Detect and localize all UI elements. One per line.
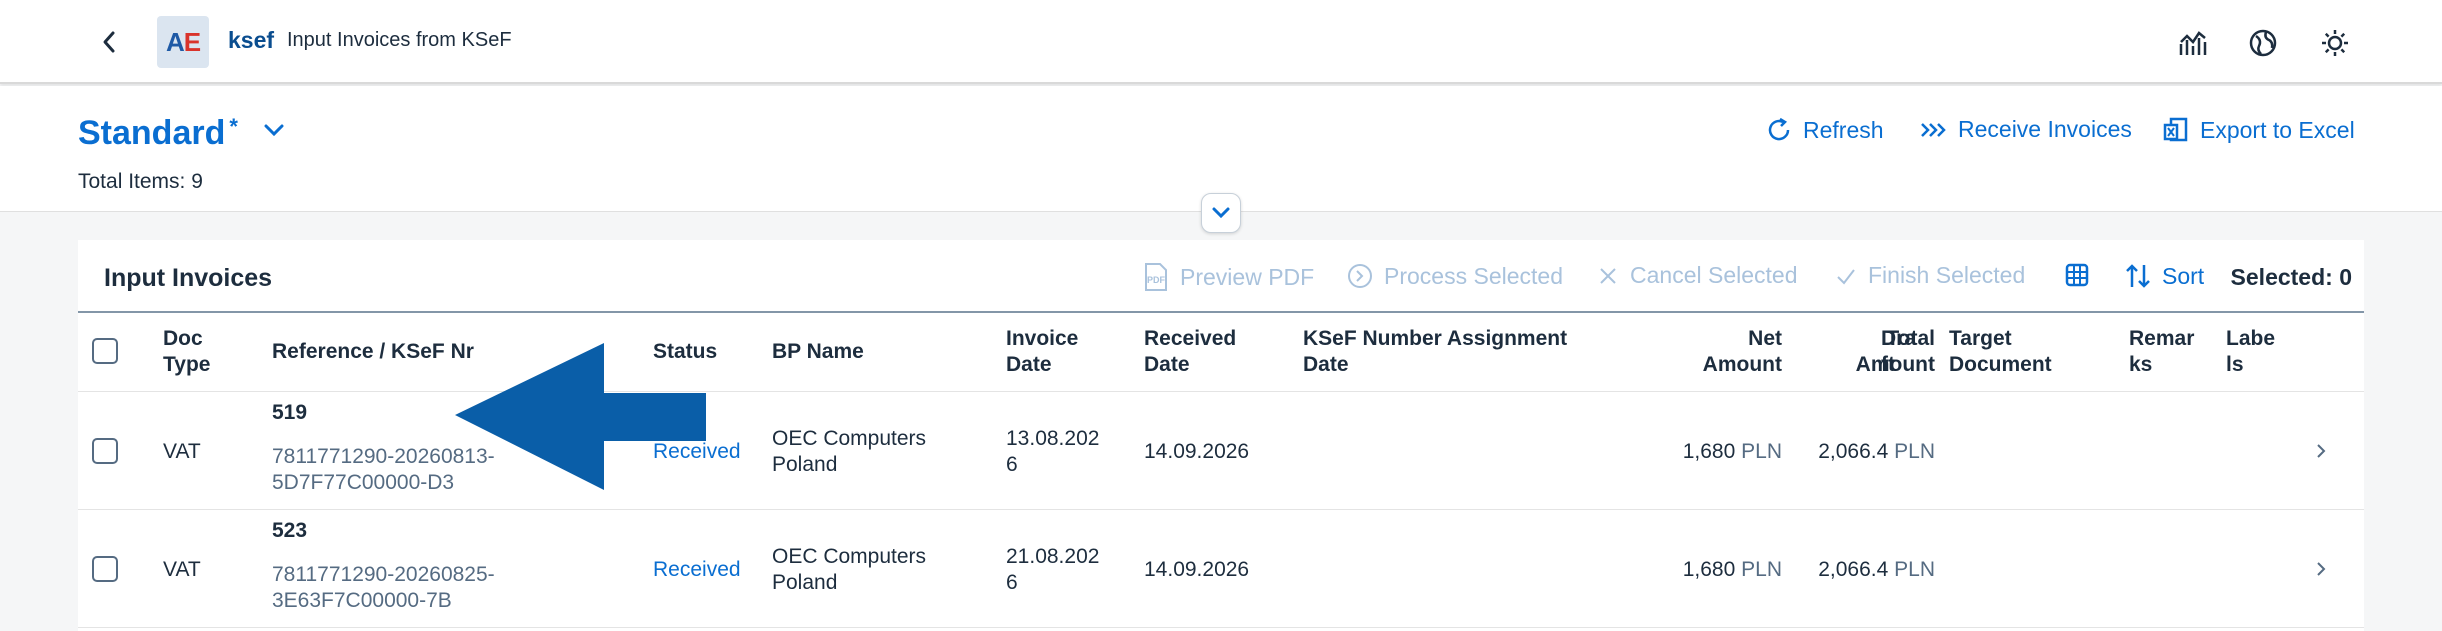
total-amount-cell: 2,066.4 PLN xyxy=(1818,558,1935,581)
preview-pdf-button[interactable]: PDF Preview PDF xyxy=(1142,262,1314,292)
doc-type-cell: VAT xyxy=(163,558,201,581)
row-divider xyxy=(78,509,2364,510)
variant-modified-marker: * xyxy=(229,114,238,139)
sort-label: Sort xyxy=(2162,262,2205,289)
reference-number: 523 xyxy=(272,519,308,542)
row-checkbox[interactable] xyxy=(92,556,118,582)
column-header-bp-name[interactable]: BP Name xyxy=(772,339,864,365)
selected-count: Selected: 0 xyxy=(2230,264,2352,290)
bp-name-cell: OEC Computers Poland xyxy=(772,545,927,594)
total-items: Total Items: 9 xyxy=(78,170,203,193)
total-amount-cell: 2,066.4 PLN xyxy=(1818,440,1935,463)
back-button[interactable] xyxy=(92,24,126,60)
column-header-ksef-assignment-date[interactable]: KSeF Number Assignment Date xyxy=(1303,326,1567,378)
bp-name-cell: OEC Computers Poland xyxy=(772,427,927,476)
sun-icon xyxy=(2322,30,2348,56)
chevron-right-icon xyxy=(2317,444,2326,458)
table-settings-button[interactable] xyxy=(2064,262,2090,288)
preview-pdf-label: Preview PDF xyxy=(1180,263,1315,290)
column-header-reference[interactable]: Reference / KSeF Nr xyxy=(272,339,474,365)
column-header-invoice-date[interactable]: Invoice Date xyxy=(1006,326,1078,378)
finish-selected-label: Finish Selected xyxy=(1868,262,2026,288)
column-header-labels[interactable]: Labe ls xyxy=(2226,326,2275,378)
column-header-received-date[interactable]: Received Date xyxy=(1144,326,1236,378)
invoices-table-panel: Input Invoices PDF Preview PDF Process S… xyxy=(78,240,2364,631)
theme-button[interactable] xyxy=(2316,24,2354,62)
cancel-selected-button[interactable]: Cancel Selected xyxy=(1596,262,1798,289)
double-chevron-right-icon xyxy=(1921,122,1946,137)
row-checkbox[interactable] xyxy=(92,438,118,464)
variant-selector[interactable]: Standard * xyxy=(78,114,238,153)
language-button[interactable] xyxy=(2244,24,2282,62)
receive-invoices-label: Receive Invoices xyxy=(1958,116,2132,142)
app-title: Input Invoices from KSeF xyxy=(287,29,512,51)
invoice-date-cell: 13.08.202 6 xyxy=(1006,427,1100,476)
receive-invoices-button[interactable]: Receive Invoices xyxy=(1918,116,2132,143)
app-name: ksef xyxy=(228,27,275,53)
export-to-excel-button[interactable]: Export to Excel xyxy=(2162,116,2355,144)
received-date-cell: 14.09.2026 xyxy=(1144,558,1250,581)
column-header-status[interactable]: Status xyxy=(653,339,717,365)
table-settings-icon xyxy=(2065,263,2089,287)
refresh-button[interactable]: Refresh xyxy=(1765,116,1884,144)
excel-export-icon xyxy=(2163,117,2188,142)
refresh-label: Refresh xyxy=(1803,116,1884,143)
row-navigation-button[interactable] xyxy=(2314,559,2328,584)
pdf-icon: PDF xyxy=(1145,263,1167,291)
svg-text:PDF: PDF xyxy=(1147,275,1166,285)
toolbar-divider xyxy=(78,311,2364,313)
row-navigation-button[interactable] xyxy=(2314,441,2328,466)
process-selected-button[interactable]: Process Selected xyxy=(1346,262,1563,290)
received-date-cell: 14.09.2026 xyxy=(1144,440,1250,463)
chevron-down-icon xyxy=(1212,207,1230,219)
chevron-down-icon xyxy=(264,124,284,137)
chart-line-icon xyxy=(2179,31,2207,55)
row-divider xyxy=(78,627,2364,628)
logo-letter-a: A xyxy=(165,26,185,57)
variant-name: Standard xyxy=(78,114,226,152)
checkmark-icon xyxy=(1837,268,1855,285)
export-to-excel-label: Export to Excel xyxy=(2200,116,2355,143)
net-amount-cell: 1,680 PLN xyxy=(1682,558,1782,581)
variant-dropdown-button[interactable] xyxy=(262,122,286,143)
ksef-number: 7811771290-20260813- 5D7F77C00000-D3 xyxy=(272,445,495,494)
invoice-date-cell: 21.08.202 6 xyxy=(1006,545,1100,594)
logo-letter-e: E xyxy=(183,26,201,57)
sort-icon xyxy=(2126,264,2150,288)
process-icon xyxy=(1348,264,1372,288)
finish-selected-button[interactable]: Finish Selected xyxy=(1834,262,2025,289)
chevron-left-icon xyxy=(103,31,115,53)
process-selected-label: Process Selected xyxy=(1384,262,1563,289)
row-divider xyxy=(78,391,2364,392)
shell-bar: AE ksef Input Invoices from KSeF xyxy=(0,0,2442,84)
column-header-remarks[interactable]: Remar ks xyxy=(2129,326,2194,378)
column-header-draft[interactable]: Dra ft xyxy=(1881,326,1916,378)
doc-type-cell: VAT xyxy=(163,440,201,463)
globe-icon xyxy=(2249,29,2277,57)
reference-number: 519 xyxy=(272,401,308,424)
select-all-checkbox[interactable] xyxy=(92,338,118,364)
status-link[interactable]: Received xyxy=(653,557,741,583)
ksef-number: 7811771290-20260825- 3E63F7C00000-7B xyxy=(272,563,495,612)
close-icon xyxy=(1600,267,1616,284)
status-link[interactable]: Received xyxy=(653,439,741,465)
column-header-doc-type[interactable]: Doc Type xyxy=(163,326,210,378)
sort-button[interactable]: Sort xyxy=(2124,262,2204,290)
company-logo[interactable]: AE xyxy=(157,16,209,68)
column-header-net-amount[interactable]: Net Amount xyxy=(1608,326,1782,378)
refresh-icon xyxy=(1768,117,1790,141)
cancel-selected-label: Cancel Selected xyxy=(1630,262,1798,288)
collapse-header-button[interactable] xyxy=(1201,193,1241,233)
analytics-button[interactable] xyxy=(2174,24,2212,62)
chevron-right-icon xyxy=(2317,562,2326,576)
net-amount-cell: 1,680 PLN xyxy=(1682,440,1782,463)
column-header-target-document[interactable]: Target Document xyxy=(1949,326,2052,378)
table-title: Input Invoices xyxy=(104,264,273,292)
